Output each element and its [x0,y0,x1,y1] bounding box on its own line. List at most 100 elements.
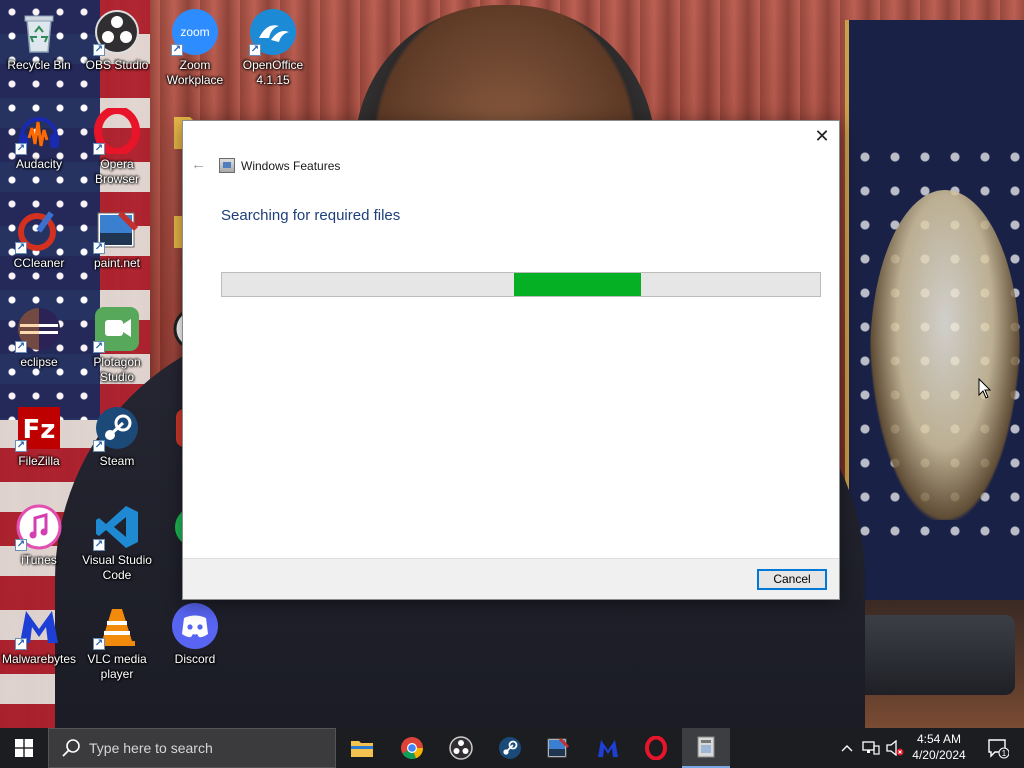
taskbar-steam[interactable] [486,728,534,768]
shortcut-arrow-icon: ↗ [93,539,105,551]
wallpaper-seal [870,190,1020,520]
icon-label: iTunes [21,553,57,567]
icon-label: FileZilla [18,454,60,468]
taskbar-windows-features[interactable] [682,728,730,768]
desktop-icon-opera[interactable]: ↗ Opera Browser [78,99,156,195]
dialog-heading: Searching for required files [221,207,401,224]
icon-label: Opera Browser [94,157,139,186]
desktop-icon-ccleaner[interactable]: ↗ CCleaner [0,198,78,294]
clock-date: 4/20/2024 [912,748,966,762]
icon-label: OpenOffice 4.1.15 [242,58,304,87]
notification-icon: 1 [988,739,1009,759]
volume-muted-icon [886,740,904,756]
action-center-button[interactable]: 1 [978,728,1018,768]
search-placeholder: Type here to search [89,740,213,756]
clock-time: 4:54 AM [916,732,962,746]
openoffice-icon: ↗ [249,8,297,56]
desktop-icon-openoffice[interactable]: ↗ OpenOffice 4.1.15 [234,0,312,96]
icon-label: VLC media player [87,652,147,681]
desktop-icon-malwarebytes[interactable]: ↗ Malwarebytes [0,594,78,690]
discord-icon [171,602,219,650]
icon-label: Steam [99,454,135,468]
shortcut-arrow-icon: ↗ [15,341,27,353]
dialog-title: Windows Features [241,159,341,173]
taskbar-malwarebytes[interactable] [584,728,632,768]
search-icon [62,739,80,757]
close-button[interactable]: ✕ [811,125,833,147]
cancel-button[interactable]: Cancel [757,569,827,590]
taskbar-obs[interactable] [437,728,485,768]
shortcut-arrow-icon: ↗ [249,44,261,56]
icon-label: Audacity [15,157,63,171]
taskbar: Type here to search 4:54 AM 4/20/2024 1 [0,728,1024,768]
icon-label: CCleaner [13,256,65,270]
desktop-icon-vscode[interactable]: ↗ Visual Studio Code [78,495,156,591]
ccleaner-icon: ↗ [15,206,63,254]
tray-volume[interactable] [884,728,906,768]
shortcut-arrow-icon: ↗ [93,341,105,353]
desktop-icon-steam[interactable]: ↗ Steam [78,396,156,492]
desktop-icon-vlc[interactable]: ↗ VLC media player [78,594,156,690]
chevron-up-icon [841,745,853,752]
icon-label: eclipse [20,355,58,369]
shortcut-arrow-icon: ↗ [15,638,27,650]
zoom-icon: zoom ↗ [171,8,219,56]
steam-icon: ↗ [93,404,141,452]
opera-icon: ↗ [93,107,141,155]
windows-features-icon [219,158,235,173]
windows-features-dialog: ✕ ← Windows Features Searching for requi… [182,120,840,600]
obs-icon [449,736,473,760]
tray-overflow-button[interactable] [838,728,856,768]
malwarebytes-icon [598,740,618,757]
start-button[interactable] [0,728,48,768]
icon-label: Recycle Bin [7,58,71,72]
vscode-icon: ↗ [93,503,141,551]
progress-indicator [513,273,641,296]
taskbar-search-box[interactable]: Type here to search [48,728,336,768]
shortcut-arrow-icon: ↗ [15,143,27,155]
folder-icon [351,741,373,757]
shortcut-arrow-icon: ↗ [15,440,27,452]
steam-icon [499,737,521,759]
tray-network[interactable] [860,728,882,768]
taskbar-opera[interactable] [632,728,680,768]
taskbar-clock[interactable]: 4:54 AM 4/20/2024 [905,731,973,765]
windows-logo-icon [15,739,33,757]
back-button[interactable]: ← [191,157,207,173]
taskbar-file-explorer[interactable] [338,728,386,768]
network-icon [862,741,880,755]
opera-icon [645,736,667,760]
desktop-icon-recycle-bin[interactable]: Recycle Bin [0,0,78,96]
taskbar-paintnet[interactable] [534,728,582,768]
shortcut-arrow-icon: ↗ [93,44,105,56]
mouse-cursor-icon [978,378,992,399]
obs-icon: ↗ [93,8,141,56]
icon-label: Malwarebytes [1,652,77,666]
icon-label: OBS Studio [85,58,149,72]
icon-label: Discord [174,652,216,666]
desktop-icon-filezilla[interactable]: Fz ↗ FileZilla [0,396,78,492]
shortcut-arrow-icon: ↗ [15,539,27,551]
desktop-icon-eclipse[interactable]: ↗ eclipse [0,297,78,393]
windows-features-icon [697,736,715,758]
desktop-icon-itunes[interactable]: ↗ iTunes [0,495,78,591]
shortcut-arrow-icon: ↗ [93,440,105,452]
plotagon-icon: ↗ [93,305,141,353]
icon-label: Visual Studio Code [82,553,152,582]
desktop-icon-paintnet[interactable]: ↗ paint.net [78,198,156,294]
desktop-icon-obs-studio[interactable]: ↗ OBS Studio [78,0,156,96]
taskbar-chrome[interactable] [388,728,436,768]
recycle-bin-icon [15,8,63,56]
close-icon: ✕ [814,125,830,146]
desktop-icon-discord[interactable]: Discord [156,594,234,690]
desktop-icon-audacity[interactable]: ↗ Audacity [0,99,78,195]
svg-text:zoom: zoom [180,25,209,39]
paintnet-icon [547,738,569,758]
desktop-icon-plotagon[interactable]: ↗ Plotagon Studio [78,297,156,393]
desktop-icon-zoom[interactable]: zoom ↗ Zoom Workplace [156,0,234,96]
paintnet-icon: ↗ [93,206,141,254]
shortcut-arrow-icon: ↗ [15,242,27,254]
icon-label: Plotagon Studio [93,355,141,384]
audacity-icon: ↗ [15,107,63,155]
shortcut-arrow-icon: ↗ [93,143,105,155]
